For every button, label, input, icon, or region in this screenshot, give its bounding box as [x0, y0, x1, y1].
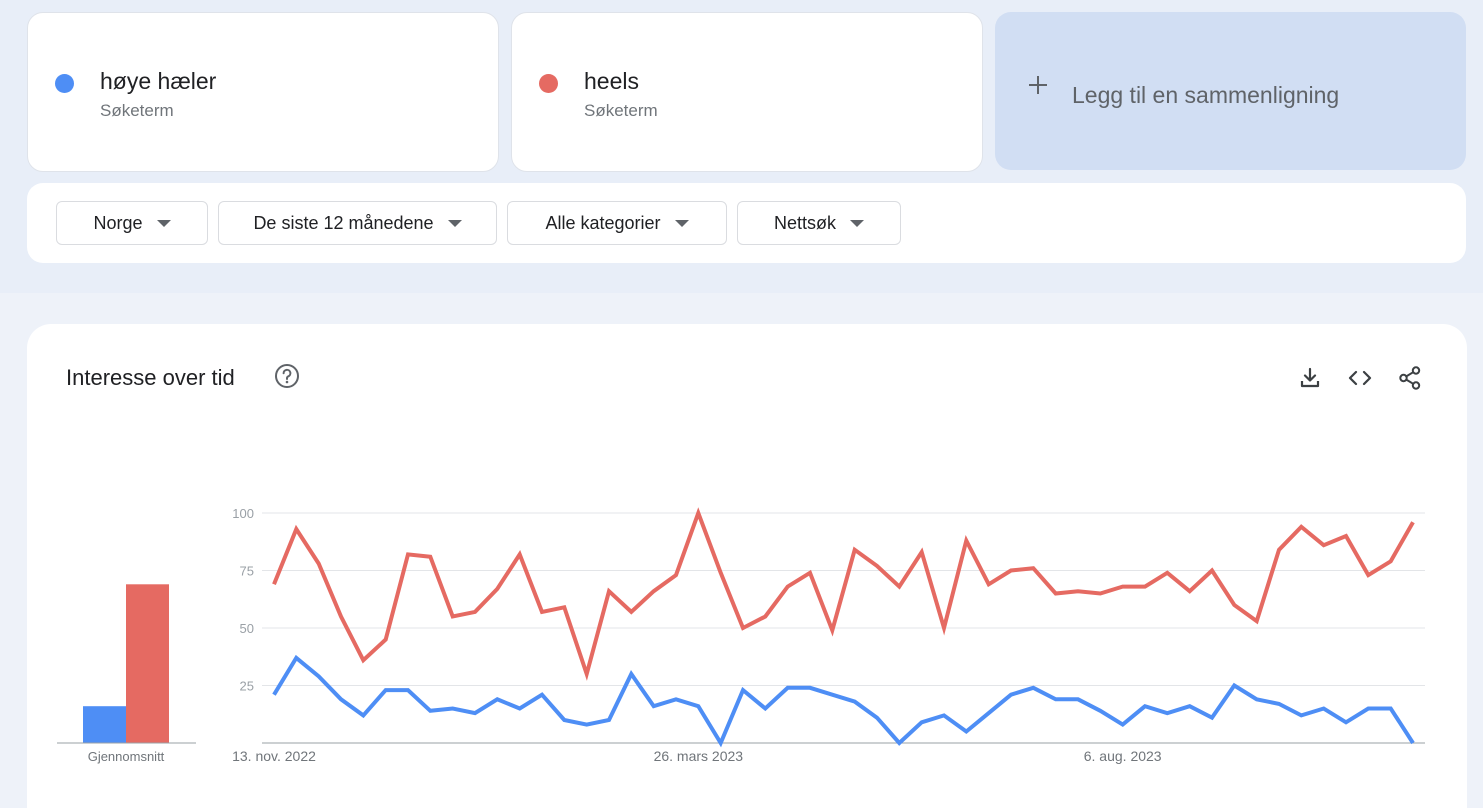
x-tick-label: 13. nov. 2022 — [232, 748, 316, 764]
y-tick-label: 100 — [232, 506, 254, 521]
y-tick-label: 50 — [240, 621, 254, 636]
interest-line-chart: 100 75 50 25 13. nov. 2022 26. mars 2023 6. au… — [232, 506, 1425, 764]
series-line-2 — [272, 654, 1415, 748]
series-line-1 — [272, 507, 1415, 681]
y-tick-label: 75 — [240, 564, 254, 579]
y-tick-label: 25 — [240, 679, 254, 694]
x-tick-label: 26. mars 2023 — [654, 748, 744, 764]
x-tick-label: 6. aug. 2023 — [1084, 748, 1162, 764]
